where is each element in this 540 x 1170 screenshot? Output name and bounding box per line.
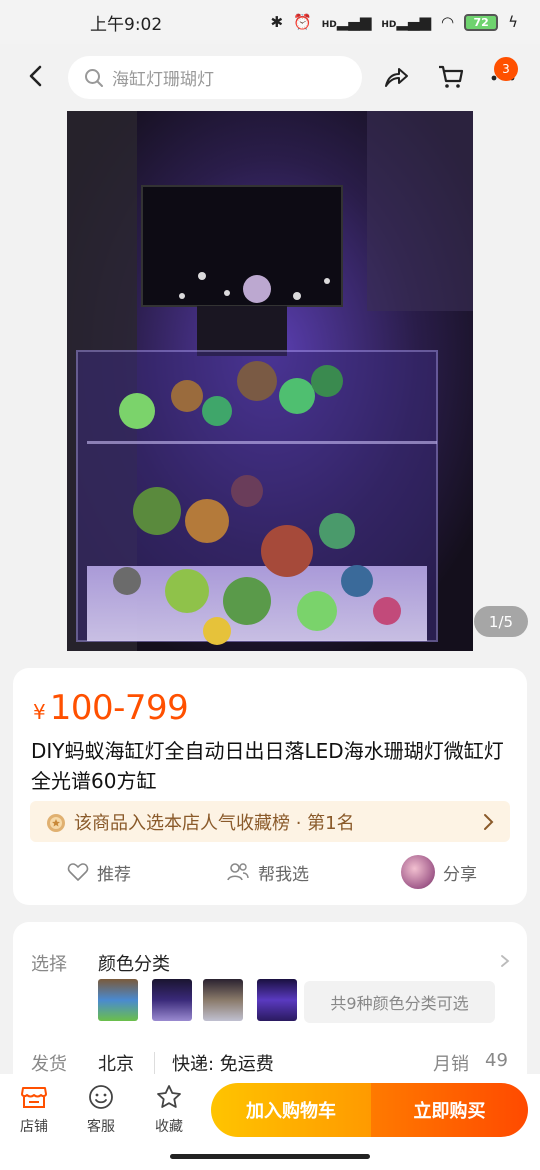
heart-icon	[67, 863, 89, 881]
hd-label-1: HD	[321, 20, 337, 30]
cart-icon[interactable]	[436, 62, 466, 92]
color-thumb-2[interactable]	[152, 979, 192, 1021]
status-bar: 上午9:02 ✱ ⏰ HD▂▄▆ HD▂▄▆ ◠ 72 ϟ	[0, 0, 540, 44]
medal-icon	[47, 813, 65, 832]
rank-text: 该商品入选本店人气收藏榜 · 第1名	[74, 812, 355, 834]
back-icon[interactable]	[22, 62, 50, 90]
buy-now-button[interactable]: 立即购买	[371, 1083, 528, 1137]
people-icon	[227, 863, 249, 881]
service-label: 客服	[87, 1119, 115, 1135]
favorite-label: 收藏	[155, 1119, 183, 1135]
top-nav: 海缸灯珊瑚灯	[0, 44, 540, 110]
cart-badge: 3	[494, 57, 518, 81]
chevron-right-icon	[484, 813, 494, 830]
alarm-icon: ⏰	[293, 13, 312, 31]
select-value[interactable]: 颜色分类	[98, 950, 170, 976]
divider	[154, 1052, 155, 1074]
status-icons: ✱ ⏰ HD▂▄▆ HD▂▄▆ ◠ 72 ϟ	[270, 13, 518, 31]
select-label: 选择	[31, 954, 67, 975]
signal-icon-2: HD▂▄▆	[381, 13, 431, 31]
product-image[interactable]	[67, 111, 473, 651]
delivery-info: 快递: 免运费	[172, 1054, 274, 1075]
shop-label: 店铺	[20, 1119, 48, 1135]
search-icon	[85, 68, 103, 87]
gallery-counter: 1/5	[474, 606, 528, 637]
star-icon	[157, 1085, 181, 1108]
home-indicator[interactable]	[170, 1154, 370, 1159]
search-bar[interactable]: 海缸灯珊瑚灯	[68, 56, 362, 99]
ship-label: 发货	[31, 1054, 67, 1075]
product-title: DIY蚂蚁海缸灯全自动日出日落LED海水珊瑚灯微缸灯 全光谱60方缸	[31, 739, 504, 793]
charging-icon: ϟ	[508, 13, 518, 31]
help-choose-button[interactable]: 帮我选	[226, 860, 309, 885]
price-range: 100-799	[49, 688, 189, 728]
rank-banner[interactable]: 该商品入选本店人气收藏榜 · 第1名	[30, 801, 510, 842]
chevron-right-icon[interactable]	[498, 954, 512, 968]
action-row: 推荐 帮我选 分享	[13, 854, 527, 890]
bottom-bar: 店铺 客服 收藏 加入购物车 立即购买	[0, 1074, 540, 1170]
aquarium-photo	[67, 111, 473, 651]
avatar	[401, 855, 435, 889]
recommend-label: 推荐	[97, 864, 131, 885]
monthly-sales-label: 月销	[433, 1054, 469, 1075]
shop-icon	[21, 1087, 47, 1108]
help-choose-label: 帮我选	[258, 864, 309, 885]
monthly-sales-value: 49	[485, 1050, 508, 1071]
customer-service-icon	[89, 1085, 113, 1109]
add-to-cart-button[interactable]: 加入购物车	[211, 1083, 371, 1137]
share-label: 分享	[443, 864, 477, 885]
color-thumb-3[interactable]	[203, 979, 243, 1021]
status-time: 上午9:02	[90, 14, 163, 35]
more-colors-button[interactable]: 共9种颜色分类可选	[304, 981, 495, 1023]
product-info-card: ¥ 100-799 DIY蚂蚁海缸灯全自动日出日落LED海水珊瑚灯微缸灯 全光谱…	[13, 668, 527, 905]
shop-tab[interactable]: 店铺	[9, 1084, 59, 1136]
price: ¥ 100-799	[33, 688, 189, 728]
share-icon[interactable]	[381, 62, 411, 92]
color-thumb-4[interactable]	[257, 979, 297, 1021]
color-thumb-1[interactable]	[98, 979, 138, 1021]
wifi-icon: ◠	[441, 13, 455, 31]
battery-icon: 72	[464, 13, 499, 31]
hd-label-2: HD	[381, 20, 397, 30]
favorite-tab[interactable]: 收藏	[144, 1084, 194, 1136]
bluetooth-icon: ✱	[270, 13, 284, 31]
recommend-button[interactable]: 推荐	[67, 860, 131, 885]
service-tab[interactable]: 客服	[76, 1084, 126, 1136]
ship-from: 北京	[98, 1054, 134, 1075]
search-placeholder: 海缸灯珊瑚灯	[112, 70, 214, 90]
currency-symbol: ¥	[33, 700, 46, 724]
share-action-button[interactable]: 分享	[401, 855, 477, 889]
signal-icon-1: HD▂▄▆	[321, 13, 372, 31]
